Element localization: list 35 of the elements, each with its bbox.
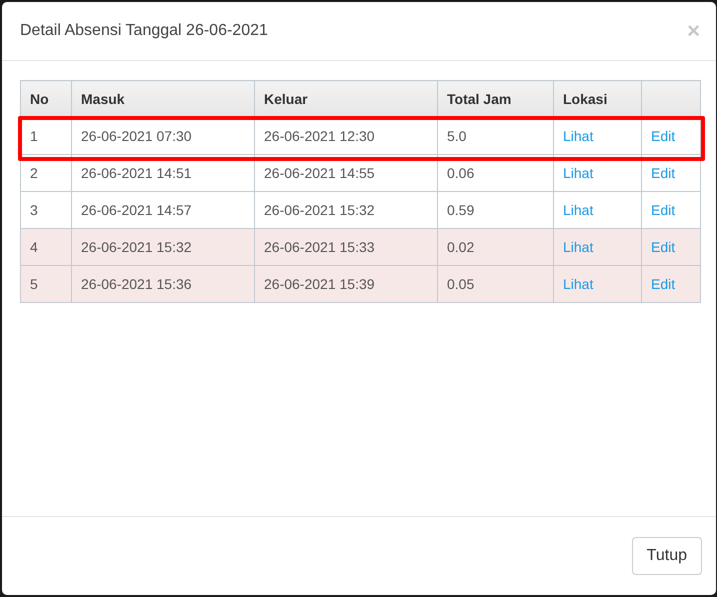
column-header: Lokasi <box>554 80 642 118</box>
column-header: Masuk <box>72 80 254 118</box>
edit-link[interactable]: Edit <box>651 239 676 255</box>
table-cell: 26-06-2021 15:39 <box>254 266 438 302</box>
table-cell: 5 <box>20 266 72 302</box>
view-link[interactable]: Lihat <box>563 276 594 292</box>
view-link[interactable]: Lihat <box>563 202 594 218</box>
table-cell: 0.05 <box>438 266 554 302</box>
table-cell: 26-06-2021 14:51 <box>72 154 254 192</box>
edit-link[interactable]: Edit <box>651 128 676 144</box>
table-cell: 26-06-2021 07:30 <box>72 118 254 154</box>
column-header: Total Jam <box>438 80 554 118</box>
column-header <box>642 80 700 118</box>
table-cell: 26-06-2021 15:32 <box>72 228 254 266</box>
view-link[interactable]: Lihat <box>563 239 594 255</box>
table-cell: 1 <box>20 118 72 154</box>
table-cell: 26-06-2021 12:30 <box>254 118 438 154</box>
dialog-title: Detail Absensi Tanggal 26-06-2021 <box>20 22 268 40</box>
column-header: Keluar <box>254 80 438 118</box>
close-button[interactable]: Tutup <box>632 537 702 575</box>
close-button[interactable]: × <box>685 20 702 42</box>
column-header: No <box>20 80 72 118</box>
edit-link[interactable]: Edit <box>651 202 676 218</box>
table-cell: 0.06 <box>438 154 554 192</box>
table-cell: 4 <box>20 228 72 266</box>
edit-link[interactable]: Edit <box>651 165 676 181</box>
view-link[interactable]: Lihat <box>563 165 594 181</box>
view-link[interactable]: Lihat <box>563 128 594 144</box>
table-cell: 0.02 <box>438 228 554 266</box>
table-cell: 2 <box>20 154 72 192</box>
table-cell: 26-06-2021 15:33 <box>254 228 438 266</box>
table-cell: 26-06-2021 14:55 <box>254 154 438 192</box>
edit-link[interactable]: Edit <box>651 276 676 292</box>
table-cell: 5.0 <box>438 118 554 154</box>
table-cell: 26-06-2021 15:36 <box>72 266 254 302</box>
